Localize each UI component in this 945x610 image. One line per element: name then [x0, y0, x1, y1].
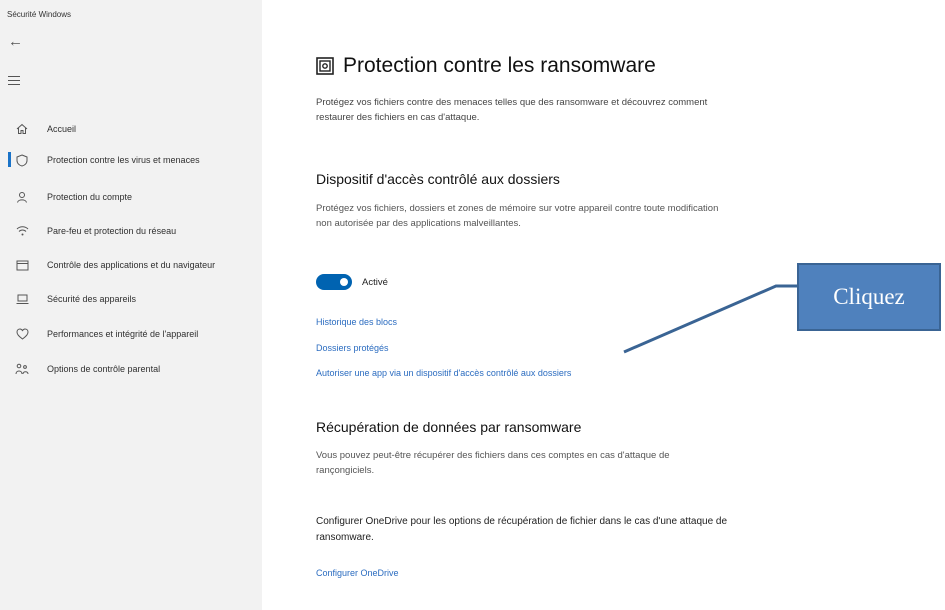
browser-window-icon	[14, 257, 30, 273]
sidebar-item-label: Options de contrôle parental	[47, 364, 161, 374]
sidebar-item-label: Sécurité des appareils	[47, 294, 137, 304]
person-icon	[14, 189, 30, 205]
home-icon	[14, 121, 30, 137]
sidebar-item-device-performance[interactable]: Performances et intégrité de l'appareil	[0, 321, 262, 347]
sidebar-item-label: Contrôle des applications et du navigate…	[47, 260, 216, 270]
sidebar-item-app-browser-control[interactable]: Contrôle des applications et du navigate…	[0, 252, 262, 278]
page-description: Protégez vos fichiers contre des menaces…	[316, 97, 708, 123]
app-window: Sécurité Windows ← Accueil Protection co…	[0, 0, 790, 610]
page-header: Protection contre les ransomware	[316, 54, 656, 78]
sidebar-item-firewall[interactable]: Pare-feu et protection du réseau	[0, 218, 262, 244]
callout-box: Cliquez	[797, 263, 941, 331]
sidebar-item-device-security[interactable]: Sécurité des appareils	[0, 286, 262, 312]
sidebar-item-virus-protection[interactable]: Protection contre les virus et menaces	[0, 147, 262, 173]
allow-app-link[interactable]: Autoriser une app via un dispositif d'ac…	[316, 367, 621, 380]
hamburger-menu-icon[interactable]	[8, 76, 20, 88]
section-heading-cfa: Dispositif d'accès contrôlé aux dossiers	[316, 171, 560, 187]
toggle-state-label: Activé	[362, 276, 388, 288]
ransomware-protection-icon	[316, 57, 334, 75]
selection-indicator	[8, 152, 11, 167]
section-description-cfa: Protégez vos fichiers, dossiers et zones…	[316, 203, 719, 229]
cfa-toggle-switch[interactable]	[316, 274, 352, 290]
sidebar-item-label: Protection contre les virus et menaces	[47, 155, 200, 165]
sidebar: Sécurité Windows ← Accueil Protection co…	[0, 0, 262, 610]
block-history-link[interactable]: Historique des blocs	[316, 316, 397, 329]
page-title: Protection contre les ransomware	[343, 54, 656, 77]
protected-folders-link[interactable]: Dossiers protégés	[316, 342, 389, 355]
sidebar-item-label: Accueil	[47, 124, 77, 134]
onedrive-description: Configurer OneDrive pour les options de …	[316, 516, 728, 543]
wifi-icon	[14, 223, 30, 239]
sidebar-item-label: Protection du compte	[47, 192, 133, 202]
shield-icon	[14, 152, 30, 168]
toggle-knob	[340, 278, 348, 286]
device-icon	[14, 291, 30, 307]
heart-icon	[14, 326, 30, 342]
sidebar-item-parental-control[interactable]: Options de contrôle parental	[0, 356, 262, 382]
sidebar-item-label: Pare-feu et protection du réseau	[47, 226, 177, 236]
sidebar-item-label: Performances et intégrité de l'appareil	[47, 329, 199, 339]
configure-onedrive-link[interactable]: Configurer OneDrive	[316, 567, 399, 580]
back-arrow-icon[interactable]: ←	[8, 34, 23, 50]
app-title: Sécurité Windows	[7, 10, 72, 19]
section-heading-recovery: Récupération de données par ransomware	[316, 419, 582, 435]
section-description-recovery: Vous pouvez peut-être récupérer des fich…	[316, 450, 670, 476]
family-icon	[14, 361, 30, 377]
sidebar-item-accueil[interactable]: Accueil	[0, 116, 262, 142]
sidebar-item-account-protection[interactable]: Protection du compte	[0, 184, 262, 210]
cfa-toggle-row: Activé	[316, 274, 388, 290]
